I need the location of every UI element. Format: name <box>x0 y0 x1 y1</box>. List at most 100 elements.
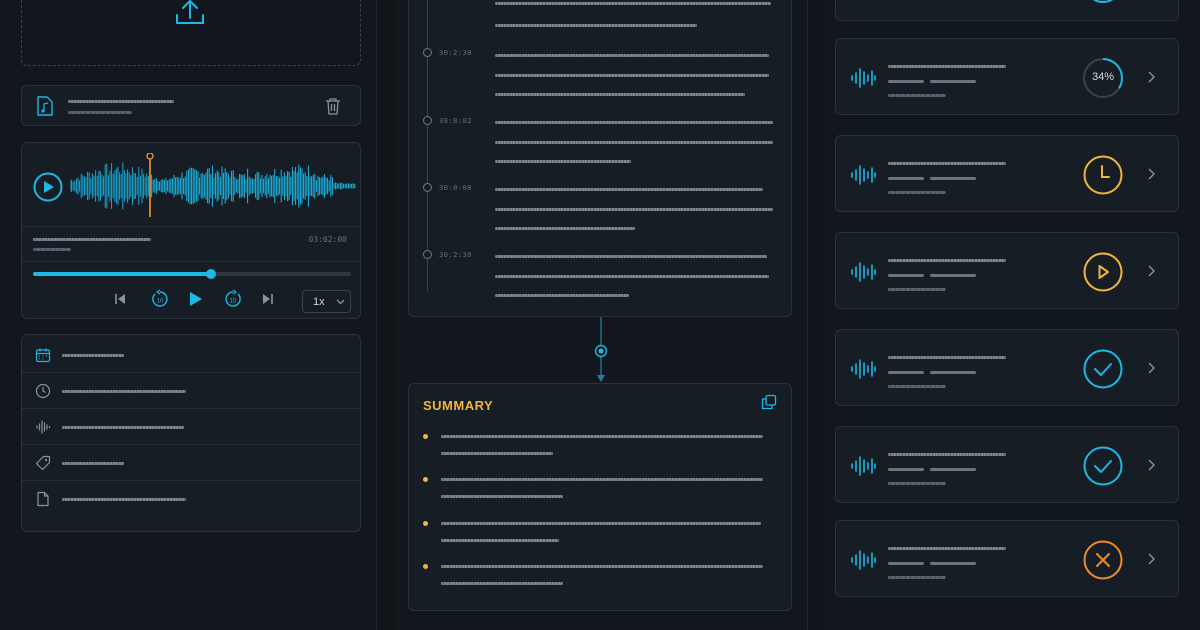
recording-item[interactable] <box>835 426 1179 503</box>
playback-speed-select[interactable]: 1x <box>302 290 351 313</box>
recording-date <box>888 288 946 291</box>
recording-meta <box>888 177 924 180</box>
recording-date <box>888 191 946 194</box>
seek-handle[interactable] <box>206 269 217 279</box>
audio-player: 03:02:00 10 10 1x <box>21 142 361 319</box>
play-button[interactable] <box>33 172 63 202</box>
timestamp[interactable]: 30:2:30 <box>439 49 472 57</box>
recording-meta <box>888 80 924 83</box>
bullet <box>423 521 428 526</box>
recording-date <box>888 576 946 579</box>
timestamp[interactable]: 30:0:00 <box>439 184 472 192</box>
bullet <box>423 477 428 482</box>
transcript-line <box>495 255 767 258</box>
summary-panel: SUMMARY <box>408 383 792 611</box>
file-name <box>68 100 174 103</box>
rewind-10-icon[interactable]: 10 <box>150 289 170 309</box>
skip-previous-icon[interactable] <box>114 293 126 305</box>
flow-connector <box>594 317 608 382</box>
recording-item[interactable] <box>835 135 1179 212</box>
recording-meta <box>888 562 924 565</box>
transcript-line <box>495 208 773 211</box>
timestamp[interactable]: 30:8:02 <box>439 117 472 125</box>
chevron-right-icon[interactable] <box>1147 552 1157 566</box>
play-circle-icon[interactable] <box>1082 251 1124 293</box>
transcript-line <box>495 24 697 27</box>
detail-file-value <box>62 498 186 501</box>
summary-text <box>441 522 761 525</box>
transcript-line <box>495 2 771 5</box>
detail-date-value <box>62 354 124 357</box>
transcript-line <box>495 54 769 57</box>
timeline-marker <box>423 183 432 192</box>
transcript-panel: 30:2:30 30:8:02 30:0:00 30:2:30 <box>408 0 792 317</box>
play-icon[interactable] <box>189 291 203 307</box>
chevron-right-icon[interactable] <box>1147 458 1157 472</box>
svg-text:10: 10 <box>230 299 237 305</box>
detail-duration-value <box>62 390 186 393</box>
transcript-line <box>495 227 635 230</box>
forward-10-icon[interactable]: 10 <box>223 289 243 309</box>
recording-date <box>888 385 946 388</box>
transcript-line <box>495 160 631 163</box>
recording-item[interactable] <box>835 232 1179 309</box>
waveform[interactable] <box>70 153 356 219</box>
chevron-right-icon[interactable] <box>1147 264 1157 278</box>
recording-item[interactable] <box>835 329 1179 406</box>
copy-icon[interactable] <box>761 394 777 410</box>
divider <box>376 0 377 630</box>
recording-meta <box>930 371 976 374</box>
clock-icon <box>1083 155 1123 195</box>
transcript-line <box>495 294 629 297</box>
recording-item[interactable]: 34% <box>835 38 1179 115</box>
upload-icon <box>176 0 204 24</box>
progress-percent: 34% <box>1091 71 1115 83</box>
audio-wave-icon <box>851 262 876 282</box>
seek-bar[interactable] <box>33 269 351 279</box>
recording-item[interactable] <box>835 520 1179 597</box>
summary-text <box>441 582 563 585</box>
detail-date <box>22 337 360 373</box>
transcript-line <box>495 188 763 191</box>
recording-meta <box>930 468 976 471</box>
detail-audio <box>22 409 360 445</box>
chevron-down-icon <box>336 299 345 305</box>
chevron-right-icon[interactable] <box>1147 361 1157 375</box>
recording-meta <box>888 371 924 374</box>
summary-text <box>441 452 553 455</box>
summary-text <box>441 539 559 542</box>
recording-meta <box>930 274 976 277</box>
error-circle-icon <box>1083 540 1123 580</box>
timeline-marker <box>423 116 432 125</box>
recording-meta <box>930 177 976 180</box>
upload-dropzone[interactable] <box>21 0 361 66</box>
calendar-icon <box>35 348 51 363</box>
file-meta <box>68 111 132 114</box>
file-details <box>21 334 361 532</box>
detail-duration <box>22 373 360 409</box>
chevron-right-icon[interactable] <box>1147 167 1157 181</box>
track-subtitle <box>33 248 71 251</box>
skip-next-icon[interactable] <box>262 293 274 305</box>
document-icon <box>37 491 49 507</box>
timeline-line <box>427 0 428 291</box>
recording-meta <box>930 562 976 565</box>
transcript-line <box>495 93 745 96</box>
timeline-marker <box>423 250 432 259</box>
recording-item[interactable] <box>835 0 1179 21</box>
detail-file <box>22 481 360 517</box>
recording-title <box>888 162 1006 165</box>
file-card[interactable] <box>21 85 361 126</box>
playhead-handle[interactable] <box>146 153 154 160</box>
recording-date <box>888 482 946 485</box>
audio-wave-icon <box>851 68 876 88</box>
recording-meta <box>888 468 924 471</box>
check-circle-icon <box>1083 349 1123 389</box>
bullet <box>423 564 428 569</box>
detail-tags-value <box>62 462 124 465</box>
trash-icon[interactable] <box>325 97 341 115</box>
recording-title <box>888 547 1006 550</box>
summary-text <box>441 495 563 498</box>
timestamp[interactable]: 30:2:30 <box>439 251 472 259</box>
chevron-right-icon[interactable] <box>1147 70 1157 84</box>
